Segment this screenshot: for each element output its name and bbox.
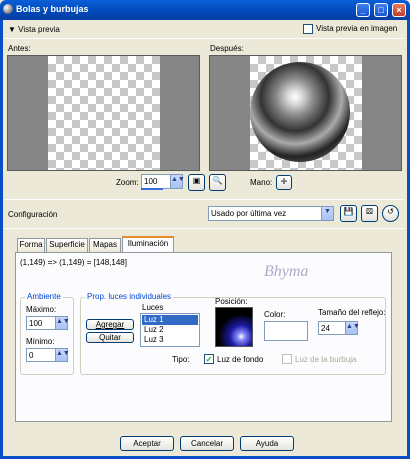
lighting-tab-panel: (1,149) => (1,149) = [148,148] Bhyma Amb…	[15, 252, 392, 422]
reset-icon[interactable]: ↺	[382, 205, 399, 222]
size-label: Tamaño del reflejo:	[318, 308, 386, 317]
color-label: Color:	[264, 310, 286, 319]
lights-label: Luces	[142, 303, 164, 312]
save-preset-icon[interactable]: 💾	[340, 205, 357, 222]
min-label: Mínimo:	[26, 337, 55, 346]
bubble-preview	[250, 62, 350, 162]
tab-forma[interactable]: Forma	[17, 238, 45, 252]
divider	[4, 228, 404, 229]
tab-mapas[interactable]: Mapas	[89, 238, 121, 252]
preview-toggle-label: Vista previa	[18, 25, 60, 34]
preview-in-image-checkbox[interactable]	[303, 24, 313, 34]
hand-move-icon[interactable]: ✛	[276, 175, 292, 190]
max-label: Máximo:	[26, 305, 57, 314]
light-item-1[interactable]: Luz 1	[142, 315, 198, 325]
tab-iluminacion[interactable]: Iluminación	[122, 236, 174, 252]
lights-list[interactable]: Luz 1 Luz 2 Luz 3	[140, 313, 200, 347]
preview-in-image-label: Vista previa en imagen	[316, 24, 398, 33]
preset-select[interactable]: Usado por última vez ▼	[208, 206, 334, 221]
max-field[interactable]: 100 ▲▼	[26, 316, 70, 330]
divider	[4, 38, 404, 39]
after-preview	[209, 55, 402, 171]
max-spin-icon[interactable]: ▲▼	[55, 317, 70, 329]
remove-light-button[interactable]: Quitar	[86, 332, 134, 343]
light-item-2[interactable]: Luz 2	[144, 325, 164, 335]
max-value: 100	[29, 319, 43, 328]
bubble-light-checkbox[interactable]	[282, 354, 292, 364]
randomize-icon[interactable]: ⚄	[361, 205, 378, 222]
zoom-value: 100	[144, 177, 158, 186]
zoom-fit-icon[interactable]: ▣	[188, 174, 205, 191]
zoom-spin-icon[interactable]: ▲▼	[170, 175, 185, 188]
watermark-text: Bhyma	[264, 263, 309, 280]
tab-superficie[interactable]: Superficie	[46, 238, 88, 252]
light-item-3[interactable]: Luz 3	[144, 335, 164, 345]
size-spin-icon[interactable]: ▲▼	[345, 322, 360, 334]
ambient-title: Ambiente	[25, 292, 63, 301]
size-value: 24	[321, 324, 330, 333]
zoom-field[interactable]: 100 ▲▼	[141, 174, 185, 189]
coords-readout: (1,149) => (1,149) = [148,148]	[20, 258, 127, 267]
zoom-slider[interactable]	[141, 188, 163, 190]
divider	[4, 199, 404, 200]
light-props-title: Prop. luces individuales	[85, 292, 174, 301]
add-light-button[interactable]: Agregar	[86, 319, 134, 330]
background-light-checkbox[interactable]: ✓	[204, 354, 214, 364]
min-field[interactable]: 0 ▲▼	[26, 348, 70, 362]
zoom-label: Zoom:	[116, 178, 139, 187]
background-light-label: Luz de fondo	[217, 355, 264, 364]
chevron-down-icon[interactable]: ▼	[321, 207, 333, 220]
sphere-app-icon	[3, 4, 13, 14]
config-label: Configuración	[8, 210, 58, 219]
maximize-icon[interactable]: □	[374, 3, 388, 17]
bubble-light-label: Luz de la burbuja	[295, 355, 357, 364]
size-field[interactable]: 24 ▲▼	[318, 321, 360, 335]
min-value: 0	[29, 351, 34, 360]
preview-toggle[interactable]: ▼ Vista previa	[8, 25, 60, 34]
type-label: Tipo:	[172, 355, 190, 364]
zoom-magnifier-icon[interactable]: 🔍	[209, 174, 226, 191]
triangle-down-icon: ▼	[8, 25, 16, 34]
ok-button[interactable]: Aceptar	[120, 436, 174, 451]
close-icon[interactable]: ×	[392, 3, 406, 17]
before-preview	[7, 55, 200, 171]
hand-label: Mano:	[250, 178, 273, 187]
after-label: Después:	[210, 44, 244, 53]
preset-value: Usado por última vez	[211, 209, 287, 218]
min-spin-icon[interactable]: ▲▼	[55, 349, 70, 361]
minimize-icon[interactable]: _	[356, 3, 370, 17]
color-swatch[interactable]	[264, 321, 308, 341]
light-position-picker[interactable]	[215, 307, 253, 347]
help-button[interactable]: Ayuda	[240, 436, 294, 451]
before-label: Antes:	[8, 44, 31, 53]
cancel-button[interactable]: Cancelar	[180, 436, 234, 451]
before-canvas	[48, 56, 160, 170]
position-label: Posición:	[215, 297, 248, 306]
window-title: Bolas y burbujas	[16, 4, 89, 14]
